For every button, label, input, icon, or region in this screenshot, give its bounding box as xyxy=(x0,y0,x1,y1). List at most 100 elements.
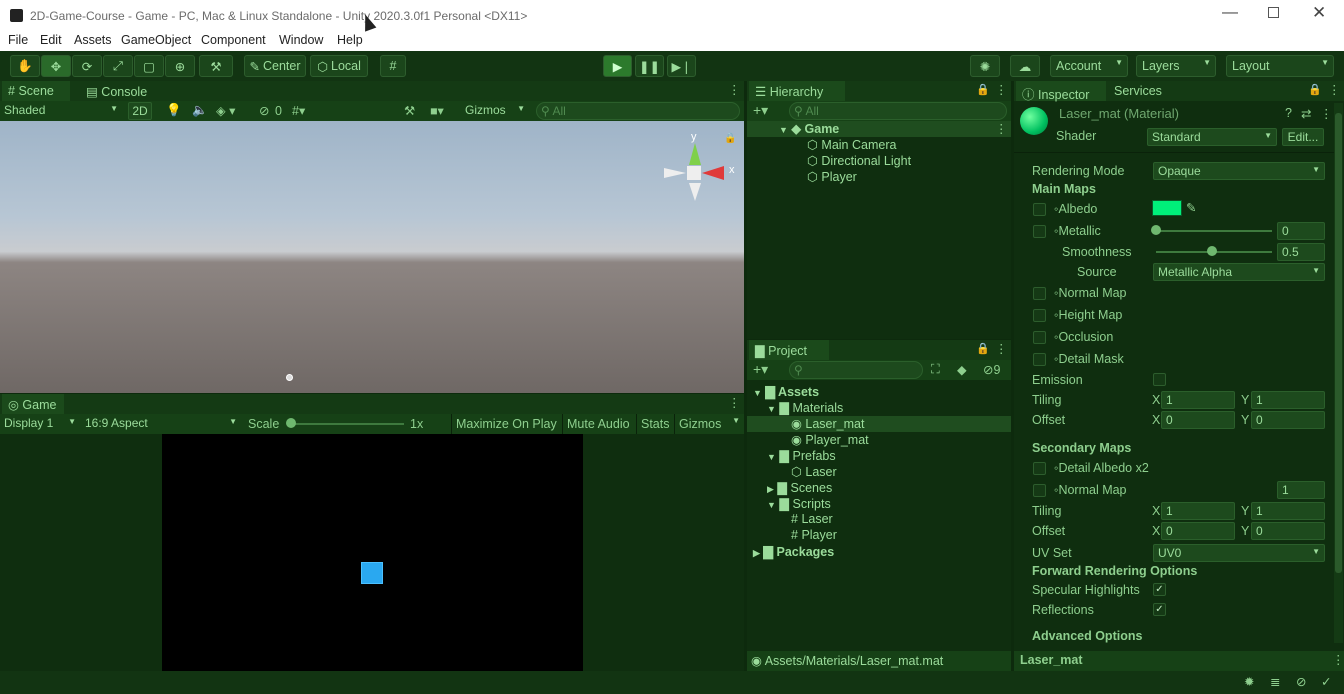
lock-icon[interactable]: 🔒 xyxy=(976,342,990,355)
hidden-objects-icon[interactable]: ⊘ xyxy=(259,103,269,118)
panel-menu-icon[interactable]: ⋮ xyxy=(728,82,741,97)
maximize-button[interactable] xyxy=(1268,7,1279,18)
layout-dropdown[interactable]: Layout xyxy=(1226,55,1334,77)
albedo-texture-slot[interactable] xyxy=(1033,203,1046,216)
maximize-on-play-button[interactable]: Maximize On Play xyxy=(451,414,561,434)
menu-edit[interactable]: Edit xyxy=(40,33,62,47)
hierarchy-item[interactable]: ⬡ Directional Light xyxy=(807,153,911,168)
offset-y-field[interactable]: 0 xyxy=(1251,411,1325,429)
panel-menu-icon[interactable]: ⋮ xyxy=(1332,652,1344,667)
occlusion-slot[interactable] xyxy=(1033,331,1046,344)
tree-laser-script[interactable]: # Laser xyxy=(791,512,833,526)
panel-menu-icon[interactable]: ⋮ xyxy=(995,82,1008,97)
mute-audio-button[interactable]: Mute Audio xyxy=(562,414,634,434)
stats-button[interactable]: Stats xyxy=(636,414,674,434)
tree-laser-mat-row[interactable] xyxy=(747,416,1011,432)
lighting-icon[interactable]: 💡 xyxy=(166,103,182,118)
debug-icon[interactable]: ✹ xyxy=(1244,674,1254,689)
scale-tool-icon[interactable]: ⤢ xyxy=(103,55,133,77)
preset-icon[interactable]: ⇄ xyxy=(1301,106,1311,121)
game-gizmos-dropdown[interactable]: Gizmos xyxy=(674,414,744,434)
camera-icon[interactable]: ■▾ xyxy=(430,103,444,118)
layers-dropdown[interactable]: Layers xyxy=(1136,55,1216,77)
tiling-y-field[interactable]: 1 xyxy=(1251,391,1325,409)
metallic-slider-handle[interactable] xyxy=(1151,225,1161,235)
game-view[interactable] xyxy=(162,434,583,671)
scale-slider[interactable] xyxy=(288,423,404,425)
source-dropdown[interactable]: Metallic Alpha xyxy=(1153,263,1325,281)
lock-icon[interactable]: 🔒 xyxy=(1308,83,1322,96)
albedo-color-swatch[interactable] xyxy=(1152,200,1182,216)
gizmos-dropdown[interactable]: Gizmos xyxy=(461,102,529,120)
collab-icon[interactable]: ✺ xyxy=(970,55,1000,77)
display-dropdown[interactable]: Display 1 xyxy=(0,415,80,433)
smoothness-value-field[interactable]: 0.5 xyxy=(1277,243,1325,261)
check-icon[interactable]: ✓ xyxy=(1321,674,1331,689)
tiling2-x-field[interactable]: 1 xyxy=(1161,502,1235,520)
scale-slider-handle[interactable] xyxy=(286,418,296,428)
tab-hierarchy[interactable]: ☰ Hierarchy xyxy=(749,81,845,101)
height-map-slot[interactable] xyxy=(1033,309,1046,322)
filter-label-icon[interactable]: ◆ xyxy=(957,362,967,377)
transform-tool-icon[interactable]: ⊕ xyxy=(165,55,195,77)
tiling2-y-field[interactable]: 1 xyxy=(1251,502,1325,520)
rotate-tool-icon[interactable]: ⟳ xyxy=(72,55,102,77)
tab-services[interactable]: Services xyxy=(1108,81,1186,101)
panel-menu-icon[interactable]: ⋮ xyxy=(728,395,741,410)
detail-mask-slot[interactable] xyxy=(1033,353,1046,366)
emission-checkbox[interactable] xyxy=(1153,373,1166,386)
tab-game[interactable]: ◎ Game xyxy=(2,394,64,414)
tiling-x-field[interactable]: 1 xyxy=(1161,391,1235,409)
hidden-packages-icon[interactable]: ⊘9 xyxy=(983,362,1000,377)
normal-map-slot[interactable] xyxy=(1033,287,1046,300)
metallic-texture-slot[interactable] xyxy=(1033,225,1046,238)
menu-file[interactable]: File xyxy=(8,33,28,47)
tree-materials[interactable]: ▼ ▇ Materials xyxy=(767,400,843,415)
help-icon[interactable]: ? xyxy=(1285,106,1292,120)
pivot-center-button[interactable]: ✎ Center xyxy=(244,55,306,77)
move-tool-icon[interactable]: ✥ xyxy=(41,55,71,77)
light-icon[interactable] xyxy=(286,374,293,381)
tab-console[interactable]: ▤ Console xyxy=(80,81,156,101)
hierarchy-search-input[interactable]: ⚲ All xyxy=(789,102,1007,120)
account-dropdown[interactable]: Account xyxy=(1050,55,1128,77)
row-menu-icon[interactable]: ⋮ xyxy=(995,121,1008,136)
tree-player-script[interactable]: # Player xyxy=(791,528,837,542)
tree-scenes[interactable]: ▶ ▇ Scenes xyxy=(767,480,832,495)
offset2-x-field[interactable]: 0 xyxy=(1161,522,1235,540)
edit-shader-button[interactable]: Edit... xyxy=(1282,128,1324,146)
metallic-value-field[interactable]: 0 xyxy=(1277,222,1325,240)
close-button[interactable]: ✕ xyxy=(1312,3,1326,23)
lock-icon[interactable]: 🔒 xyxy=(976,83,990,96)
create-button[interactable]: +▾ xyxy=(753,361,768,378)
hand-tool-icon[interactable]: ✋ xyxy=(10,55,40,77)
menu-component[interactable]: Component xyxy=(201,33,266,47)
menu-gameobject[interactable]: GameObject xyxy=(121,33,191,47)
normal-map2-slot[interactable] xyxy=(1033,484,1046,497)
tab-inspector[interactable]: ⓘ Inspector xyxy=(1016,81,1106,102)
pause-button[interactable]: ❚❚ xyxy=(635,55,664,77)
smoothness-slider-handle[interactable] xyxy=(1207,246,1217,256)
uv-set-dropdown[interactable]: UV0 xyxy=(1153,544,1325,562)
menu-assets[interactable]: Assets xyxy=(74,33,112,47)
scene-search-input[interactable]: ⚲ All xyxy=(536,102,740,120)
tab-project[interactable]: ▇ Project xyxy=(749,340,829,360)
shading-mode-dropdown[interactable]: Shaded xyxy=(0,102,122,120)
inspector-scrollbar[interactable] xyxy=(1334,103,1343,643)
hierarchy-root-row[interactable]: ▼ ◆ Game ⋮ xyxy=(747,121,1011,137)
offset-x-field[interactable]: 0 xyxy=(1161,411,1235,429)
rendering-mode-dropdown[interactable]: Opaque xyxy=(1153,162,1325,180)
project-search-input[interactable]: ⚲ xyxy=(789,361,923,379)
grid-snap-icon[interactable]: # xyxy=(380,55,406,77)
tree-player-mat[interactable]: ◉ Player_mat xyxy=(791,432,869,447)
hierarchy-item[interactable]: ⬡ Player xyxy=(807,169,857,184)
filter-type-icon[interactable]: ⛶ xyxy=(931,362,940,377)
bake-icon[interactable]: ⊘ xyxy=(1296,674,1306,689)
tree-laser-prefab[interactable]: ⬡ Laser xyxy=(791,464,837,479)
detail-albedo-slot[interactable] xyxy=(1033,462,1046,475)
tree-scripts[interactable]: ▼ ▇ Scripts xyxy=(767,496,831,511)
2d-toggle[interactable]: 2D xyxy=(128,102,152,120)
custom-tool-icon[interactable]: ⚒ xyxy=(199,55,233,77)
tab-scene[interactable]: # Scene xyxy=(2,81,70,101)
effects-icon[interactable]: ◈ ▾ xyxy=(216,103,235,118)
